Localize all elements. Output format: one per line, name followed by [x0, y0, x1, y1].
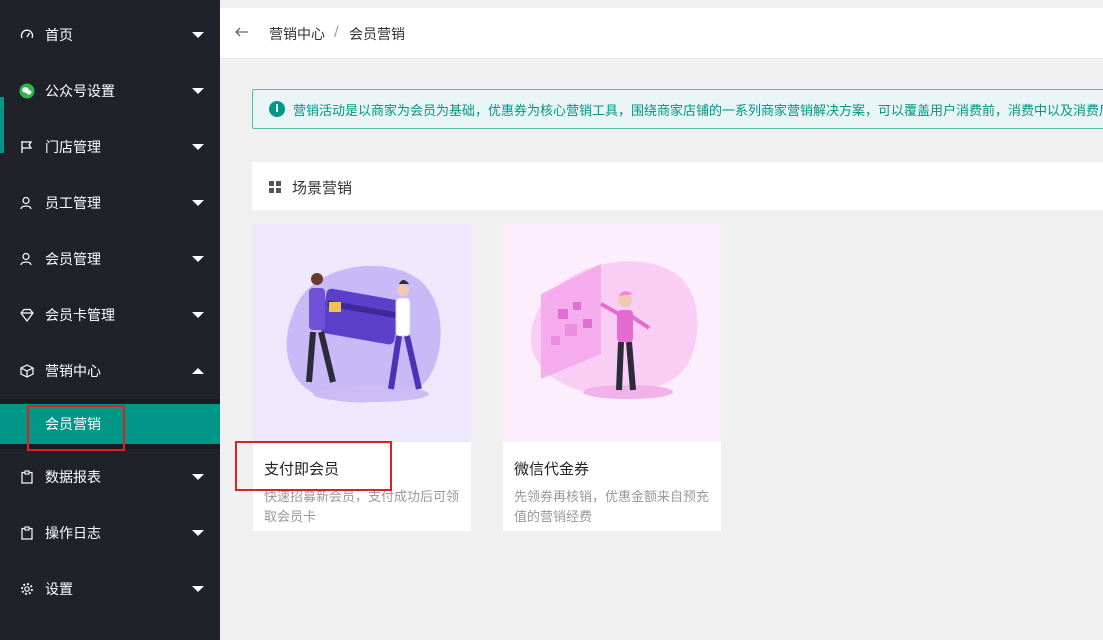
clipboard-icon — [19, 469, 35, 485]
sidebar-item-label: 首页 — [45, 28, 73, 44]
sidebar-item-marketing-center[interactable]: 营销中心 — [0, 343, 220, 399]
info-notice: i 营销活动是以商家为会员为基础，优惠券为核心营销工具，围绕商家店铺的一系列商家… — [252, 89, 1103, 129]
diamond-icon — [19, 307, 35, 323]
cube-icon — [19, 363, 35, 379]
card-title: 微信代金券 — [514, 460, 590, 478]
info-icon: i — [269, 101, 285, 117]
card-illustration — [503, 224, 721, 442]
chevron-down-icon — [192, 586, 204, 592]
sidebar-item-label: 操作日志 — [45, 526, 101, 542]
grid-icon — [269, 181, 281, 193]
highlight-box — [235, 441, 392, 491]
chevron-up-icon — [192, 368, 204, 374]
user-icon — [19, 195, 35, 211]
sidebar-item-membership-card[interactable]: 会员卡管理 — [0, 287, 220, 343]
sidebar-item-label: 门店管理 — [45, 140, 101, 156]
clipboard-icon — [19, 525, 35, 541]
chevron-down-icon — [192, 256, 204, 262]
chevron-down-icon — [192, 144, 204, 150]
card-illustration — [253, 224, 471, 442]
flag-icon — [19, 139, 35, 155]
card-wechat-voucher[interactable]: 微信代金券 先领券再核销，优惠金额来自预充值的营销经费 — [503, 224, 721, 531]
card-description: 先领券再核销，优惠金额来自预充值的营销经费 — [514, 490, 710, 525]
top-spacer — [220, 0, 1103, 8]
chevron-down-icon — [192, 474, 204, 480]
highlight-box — [27, 405, 125, 451]
sidebar-item-member-management[interactable]: 会员管理 — [0, 231, 220, 287]
breadcrumb-item-member-marketing: 会员营销 — [349, 27, 405, 43]
sidebar-item-label: 员工管理 — [45, 196, 101, 212]
chevron-down-icon — [192, 200, 204, 206]
section-header: 场景营销 — [252, 162, 1103, 210]
card-description: 快速招募新会员，支付成功后可领取会员卡 — [264, 490, 460, 525]
sidebar-item-data-reports[interactable]: 数据报表 — [0, 449, 220, 505]
sidebar-item-operation-log[interactable]: 操作日志 — [0, 505, 220, 561]
dashboard-icon — [19, 27, 35, 43]
sidebar-item-label: 数据报表 — [45, 470, 101, 486]
breadcrumb-item-marketing-center[interactable]: 营销中心 — [269, 24, 325, 44]
sidebar-item-label: 设置 — [45, 582, 73, 598]
breadcrumb-separator: / — [334, 24, 339, 40]
section-title: 场景营销 — [292, 179, 353, 197]
chevron-down-icon — [192, 88, 204, 94]
sidebar-item-home[interactable]: 首页 — [0, 7, 220, 63]
notice-text: 营销活动是以商家为会员为基础，优惠券为核心营销工具，围绕商家店铺的一系列商家营销… — [293, 104, 1103, 119]
user-icon — [19, 251, 35, 267]
sidebar-item-label: 会员卡管理 — [45, 308, 115, 324]
chevron-down-icon — [192, 312, 204, 318]
sidebar-item-label: 会员管理 — [45, 252, 101, 268]
sidebar-item-staff-management[interactable]: 员工管理 — [0, 175, 220, 231]
breadcrumb: 营销中心 / 会员营销 — [220, 8, 1103, 59]
sidebar-item-label: 公众号设置 — [45, 84, 115, 100]
gear-icon — [19, 581, 35, 597]
sidebar: 首页 公众号设置 门店管理 员工管理 会员管理 会员卡管理 营销中心 会员营销 … — [0, 0, 220, 640]
sidebar-item-wechat-settings[interactable]: 公众号设置 — [0, 63, 220, 119]
wechat-icon — [19, 83, 35, 99]
sidebar-item-settings[interactable]: 设置 — [0, 561, 220, 617]
chevron-down-icon — [192, 32, 204, 38]
sidebar-item-label: 营销中心 — [45, 364, 101, 380]
back-arrow-icon[interactable] — [234, 24, 250, 40]
chevron-down-icon — [192, 530, 204, 536]
sidebar-item-store-management[interactable]: 门店管理 — [0, 119, 220, 175]
